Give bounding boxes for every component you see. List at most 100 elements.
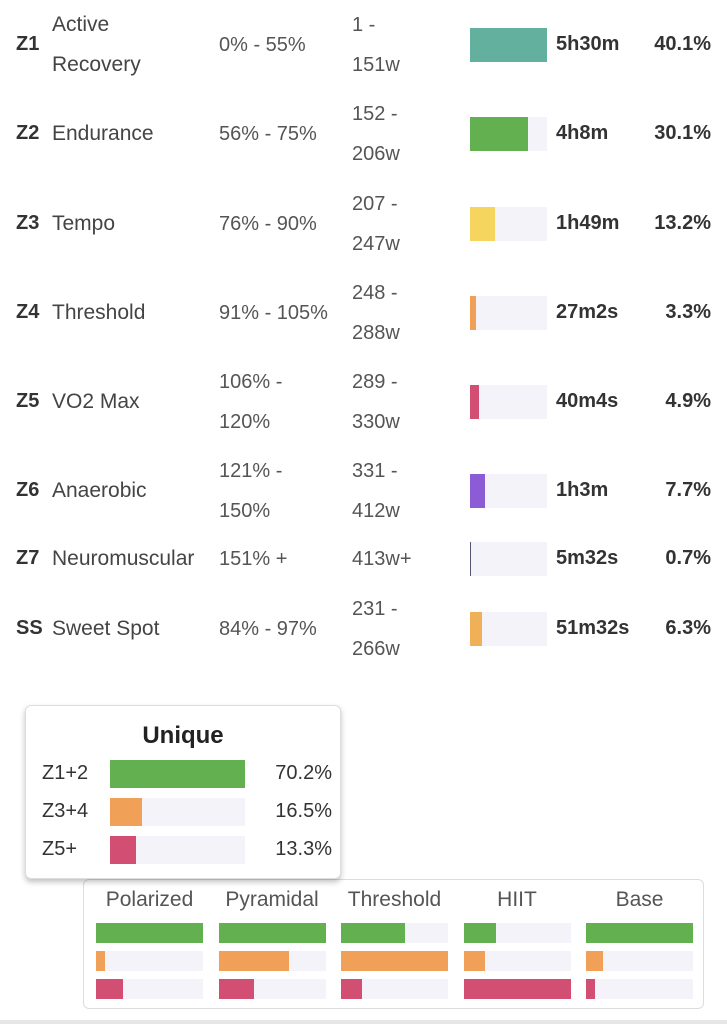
model-bar [586,923,693,943]
zone-bar-fill [470,117,528,151]
zone-bar [470,542,547,576]
zone-name: Threshold [52,301,146,324]
zone-bar-fill [470,28,547,62]
zone-name: Endurance [52,122,154,145]
zone-time: 40m4s [556,390,619,412]
unique-row: Z1+2 70.2% [42,760,332,788]
zone-percent-range: 106% - 120% [219,371,283,433]
unique-card: Unique Z1+2 70.2% Z3+4 16.5% Z5+ 13.3% [25,705,341,879]
unique-bar [110,836,245,864]
model-bar [96,923,203,943]
model-bar [463,923,571,943]
zone-watt-range: 231 - 266w [352,598,400,660]
zone-watt-range: 289 - 330w [352,371,400,433]
model-bar [96,979,203,999]
zone-percent: 13.2% [654,212,711,234]
unique-bar [110,760,245,788]
model-name: Base [615,888,664,911]
model-bar [218,979,326,999]
zone-id: SS [16,617,43,639]
zone-name: Sweet Spot [52,617,160,640]
zone-bar [470,612,547,646]
unique-percent: 70.2% [275,762,332,784]
unique-bar-fill [110,798,142,826]
zone-watt-range: 152 - 206w [352,103,400,165]
model-bar-fill [96,923,203,943]
zone-bar [470,385,547,419]
model-name: Threshold [347,888,442,911]
zone-percent: 40.1% [654,33,711,55]
zone-bar-fill [470,207,496,241]
model-name: Polarized [105,888,194,911]
zone-percent-range: 121% - 150% [219,460,283,522]
zone-name: Anaerobic [52,479,147,502]
zone-bar-fill [470,542,472,576]
model-bar-fill [586,923,693,943]
zone-id: Z5 [16,390,40,412]
model-bar-fill [341,979,363,999]
zone-percent: 3.3% [665,301,711,323]
zone-bar [470,474,547,508]
model-name: Pyramidal [225,888,319,911]
model-bar-fill [586,979,595,999]
unique-bar [110,798,245,826]
zone-id: Z4 [16,301,40,323]
zone-name: VO2 Max [52,390,140,413]
training-models-card: Polarized Pyramidal Threshold HIIT Base [83,879,704,1009]
zone-time: 5m32s [556,547,619,569]
model-bar-fill [96,979,123,999]
model-bar [341,979,448,999]
zone-time: 5h30m [556,33,620,55]
model-bar [586,979,693,999]
model-name: HIIT [497,888,537,911]
model-bar [463,951,571,971]
zone-name: Active Recovery [52,13,141,76]
zone-percent-range: 151% + [219,548,288,570]
zone-bar [470,207,547,241]
zone-percent: 0.7% [665,547,711,569]
model-bar-fill [463,923,496,943]
model-bar-fill [341,951,448,971]
model-bar-fill [218,923,326,943]
model-bar-fill [96,951,105,971]
zone-percent-range: 84% - 97% [219,618,317,640]
zone-watt-range: 207 - 247w [352,193,400,255]
model-pyramidal: Pyramidal [218,880,326,999]
divider [0,1020,727,1024]
model-bar [586,951,693,971]
unique-label: Z5+ [42,838,78,860]
unique-row: Z5+ 13.3% [42,836,332,864]
zone-bar [470,117,547,151]
zone-bar [470,296,547,330]
zone-watt-range: 331 - 412w [352,460,400,522]
zone-percent: 4.9% [665,390,711,412]
model-bar [463,979,571,999]
zone-name: Tempo [52,212,116,235]
zone-time: 51m32s [556,617,630,639]
zone-percent: 7.7% [665,479,711,501]
unique-row: Z3+4 16.5% [42,798,332,826]
zone-percent-range: 76% - 90% [219,213,317,235]
unique-bar-fill [110,760,245,788]
zone-percent-range: 0% - 55% [219,34,306,56]
zone-bar-fill [470,385,480,419]
model-bar-fill [586,951,604,971]
zone-id: Z1 [16,33,40,55]
zone-percent-range: 91% - 105% [219,302,328,324]
zone-time: 1h49m [556,212,620,234]
zone-id: Z7 [16,547,40,569]
zone-percent-range: 56% - 75% [219,123,317,145]
unique-percent: 16.5% [275,800,332,822]
zone-bar-fill [470,296,477,330]
zone-name: Neuromuscular [52,547,195,570]
zone-time: 1h3m [556,479,609,501]
model-bar [218,951,326,971]
model-bar-fill [463,979,571,999]
zone-id: Z2 [16,122,40,144]
model-bar [341,923,448,943]
model-bar-fill [218,979,254,999]
model-bar-fill [341,923,406,943]
model-bar-fill [463,951,485,971]
model-bar [96,951,203,971]
zone-bar [470,28,547,62]
